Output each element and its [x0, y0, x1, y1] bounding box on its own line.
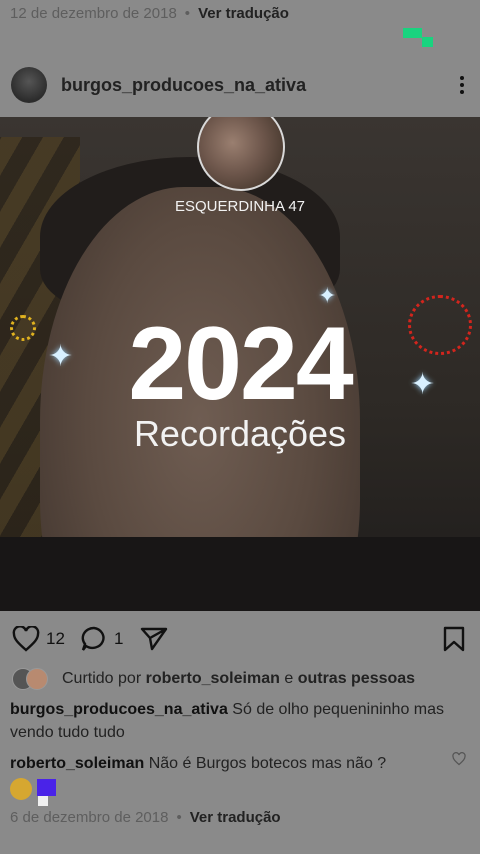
- like-action[interactable]: 12: [12, 626, 65, 652]
- liked-mid: e: [284, 670, 294, 687]
- share-icon[interactable]: [140, 626, 168, 652]
- sparkle-icon: ✦: [318, 283, 337, 308]
- comment-row: roberto_soleiman Não é Burgos botecos ma…: [10, 752, 440, 775]
- comment-icon[interactable]: [80, 626, 108, 652]
- sparkle-icon: ✦: [48, 340, 74, 373]
- white-square: [38, 796, 48, 806]
- liked-user[interactable]: roberto_soleiman: [146, 670, 280, 688]
- see-translation-link[interactable]: Ver tradução: [198, 5, 289, 22]
- sparkle-icon: ✦: [410, 368, 436, 401]
- liked-prefix: Curtido por: [62, 670, 142, 687]
- post-actions: 12 1: [0, 620, 480, 660]
- person-shirt: [0, 537, 480, 611]
- story-name: ESQUERDINHA 47: [174, 198, 306, 215]
- separator-dot: •: [176, 809, 182, 826]
- post-caption: burgos_producoes_na_ativa Só de olho peq…: [10, 698, 470, 744]
- bottom-date: 6 de dezembro de 2018: [10, 809, 169, 826]
- sun-icon: [10, 315, 36, 341]
- share-action[interactable]: [140, 626, 168, 652]
- post-header: burgos_producoes_na_ativa: [0, 62, 480, 108]
- post-top-meta: 12 de dezembro de 2018 • Ver tradução: [10, 5, 289, 22]
- heart-icon[interactable]: [12, 626, 40, 652]
- liked-by-row[interactable]: Curtido por roberto_soleiman e outras pe…: [12, 668, 415, 690]
- comment-count: 1: [114, 629, 124, 648]
- post-date: 12 de dezembro de 2018: [10, 5, 177, 22]
- see-translation-link[interactable]: Ver tradução: [190, 809, 281, 826]
- smile-emoji: [10, 778, 32, 800]
- green-pixel-marker: [403, 28, 433, 48]
- liker-avatars: [12, 668, 50, 690]
- avatar[interactable]: [11, 67, 47, 103]
- comment-user[interactable]: roberto_soleiman: [10, 755, 144, 772]
- more-icon[interactable]: [458, 74, 466, 96]
- liked-others[interactable]: outras pessoas: [298, 670, 415, 688]
- memories-title: Recordações: [133, 413, 347, 454]
- comment-like-icon[interactable]: [452, 752, 466, 766]
- like-count: 12: [46, 629, 65, 648]
- post-media[interactable]: ESQUERDINHA 47 2024 Recordações ✦ ✦ ✦: [0, 117, 480, 611]
- save-action[interactable]: [442, 626, 466, 652]
- comment-action[interactable]: 1: [80, 626, 123, 652]
- bottom-meta: 6 de dezembro de 2018 • Ver tradução: [10, 809, 281, 826]
- comment-text: Não é Burgos botecos mas não ?: [148, 755, 387, 772]
- post-username[interactable]: burgos_producoes_na_ativa: [61, 75, 306, 96]
- separator-dot: •: [184, 5, 191, 22]
- blue-square: [37, 779, 56, 796]
- caption-user[interactable]: burgos_producoes_na_ativa: [10, 701, 228, 718]
- firework-icon: [408, 295, 472, 355]
- bookmark-icon[interactable]: [442, 626, 466, 652]
